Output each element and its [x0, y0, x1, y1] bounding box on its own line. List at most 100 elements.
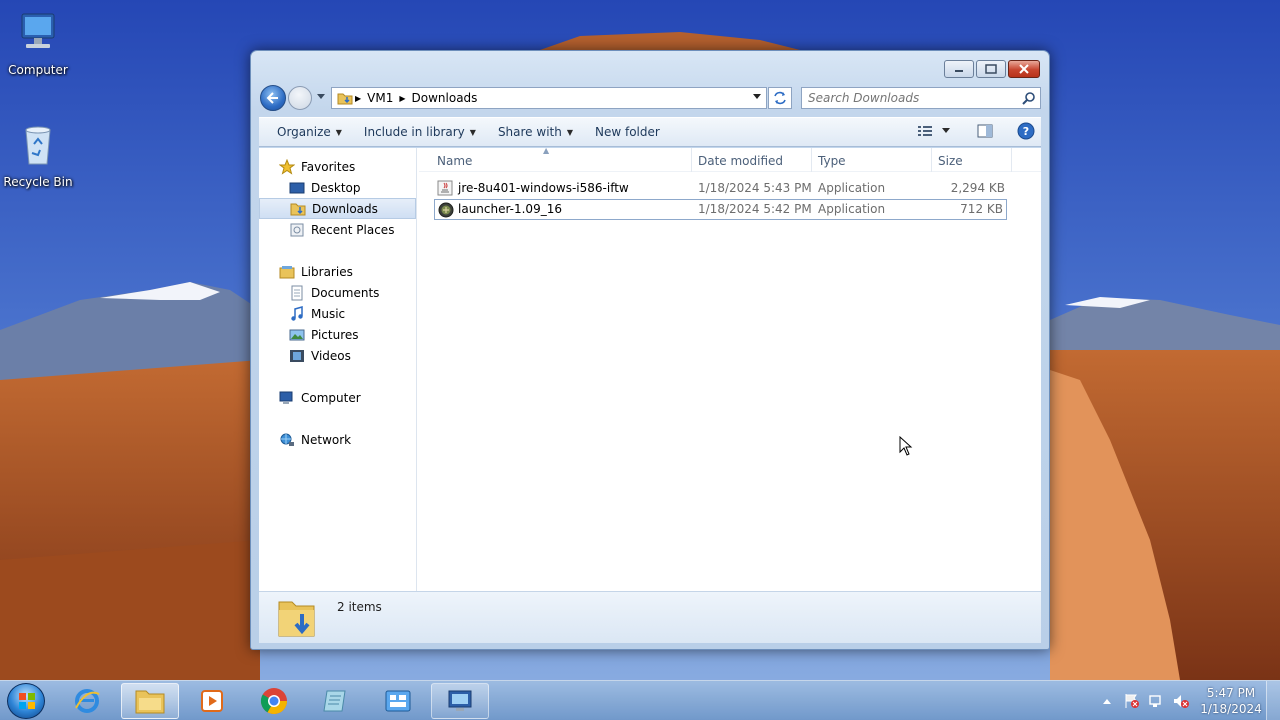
search-input[interactable]	[808, 91, 1008, 105]
column-headers: ▲ Name Date modified Type Size	[419, 146, 1041, 172]
column-header-date-modified[interactable]: Date modified	[698, 154, 783, 168]
command-toolbar: Organize ▼ Include in library ▼ Share wi…	[259, 117, 1041, 147]
minimize-button[interactable]	[944, 60, 974, 78]
include-in-library-button[interactable]: Include in library ▼	[355, 125, 485, 139]
breadcrumb-chevron-icon: ▶	[399, 93, 406, 103]
chevron-down-icon: ▼	[469, 127, 476, 137]
explorer-content: Favorites Desktop Downloads Recent Place…	[259, 146, 1041, 591]
launcher-app-icon	[438, 202, 454, 218]
computer-icon	[21, 13, 55, 48]
file-date: 1/18/2024 5:43 PM	[698, 181, 812, 195]
search-icon[interactable]	[1022, 91, 1036, 105]
file-explorer-icon	[135, 690, 165, 714]
minimize-icon	[955, 70, 963, 72]
star-icon	[279, 158, 295, 175]
show-desktop-button[interactable]	[1266, 681, 1280, 720]
nav-item-pictures[interactable]: Pictures	[259, 324, 416, 345]
item-count: 2 items	[337, 600, 382, 614]
start-button[interactable]	[7, 683, 45, 719]
nav-libraries-label: Libraries	[301, 264, 353, 279]
breadcrumb-vm1[interactable]: VM1	[363, 91, 397, 105]
include-in-library-label: Include in library	[363, 125, 465, 139]
chevron-down-icon[interactable]	[752, 93, 762, 101]
nav-item-label: Pictures	[311, 327, 359, 342]
nav-item-label: Documents	[311, 285, 380, 300]
nav-item-documents[interactable]: Documents	[259, 282, 416, 303]
taskbar-control-panel[interactable]	[369, 683, 427, 719]
taskbar-notepad[interactable]	[307, 683, 365, 719]
nav-item-label: Videos	[311, 348, 351, 363]
nav-item-music[interactable]: Music	[259, 303, 416, 324]
clock-time: 5:47 PM	[1206, 686, 1256, 700]
organize-button[interactable]: Organize ▼	[268, 125, 351, 139]
close-button[interactable]	[1008, 60, 1040, 78]
column-header-size[interactable]: Size	[938, 154, 963, 168]
nav-item-desktop[interactable]: Desktop	[259, 177, 416, 198]
file-name: jre-8u401-windows-i586-iftw	[458, 181, 629, 195]
documents-icon	[291, 285, 303, 300]
chevron-down-icon: ▼	[566, 127, 573, 137]
table-row[interactable]: jre-8u401-windows-i586-iftw 1/18/2024 5:…	[434, 178, 1007, 199]
computer-icon	[279, 391, 293, 404]
nav-item-label: Recent Places	[311, 222, 395, 237]
nav-item-downloads[interactable]: Downloads	[259, 198, 416, 219]
breadcrumb-downloads[interactable]: Downloads	[408, 91, 482, 105]
file-size: 2,294 KB	[950, 181, 1005, 195]
maximize-button[interactable]	[976, 60, 1006, 78]
caption-buttons	[944, 60, 1040, 78]
taskbar-file-explorer[interactable]	[121, 683, 179, 719]
desktop-icon-recycle-bin[interactable]: Recycle Bin	[0, 120, 76, 189]
nav-item-recent-places[interactable]: Recent Places	[259, 219, 416, 240]
windows-logo-icon	[19, 693, 35, 709]
table-row[interactable]: launcher-1.09_16 1/18/2024 5:42 PM Appli…	[434, 199, 1007, 220]
search-box[interactable]	[801, 87, 1041, 109]
network-icon	[280, 433, 294, 446]
toolbar-right-controls: ?	[917, 122, 1035, 140]
new-folder-button[interactable]: New folder	[586, 125, 669, 139]
media-player-icon	[201, 690, 223, 712]
explorer-window: ▶ VM1 ▶ Downloads Organize ▼ Include	[250, 50, 1050, 650]
help-icon[interactable]: ?	[1017, 122, 1035, 140]
column-header-type[interactable]: Type	[818, 154, 846, 168]
desktop-icon-computer[interactable]: Computer	[0, 8, 76, 77]
navigation-pane: Favorites Desktop Downloads Recent Place…	[259, 148, 417, 591]
taskbar-remote-desktop[interactable]	[431, 683, 489, 719]
breadcrumb-chevron-icon: ▶	[355, 93, 362, 103]
address-bar[interactable]: ▶ VM1 ▶ Downloads	[331, 87, 767, 109]
nav-item-label: Music	[311, 306, 346, 321]
nav-item-label: Downloads	[312, 201, 378, 216]
column-header-name[interactable]: Name	[437, 154, 472, 168]
change-view-button[interactable]	[917, 125, 951, 137]
action-center-flag-icon[interactable]	[1124, 693, 1140, 709]
control-panel-icon	[385, 690, 411, 712]
taskbar: 5:47 PM 1/18/2024	[0, 680, 1280, 720]
nav-item-videos[interactable]: Videos	[259, 345, 416, 366]
videos-icon	[290, 349, 304, 362]
nav-favorites-label: Favorites	[301, 159, 356, 174]
volume-muted-icon[interactable]	[1172, 693, 1190, 709]
file-date: 1/18/2024 5:42 PM	[698, 202, 812, 216]
refresh-button[interactable]	[768, 87, 792, 109]
preview-pane-icon[interactable]	[977, 124, 993, 138]
file-type: Application	[818, 202, 886, 216]
taskbar-media-player[interactable]	[183, 683, 241, 719]
recent-pages-dropdown-icon[interactable]	[316, 93, 326, 101]
downloads-folder-icon	[278, 601, 315, 637]
organize-label: Organize	[277, 125, 331, 139]
svg-text:?: ?	[1023, 125, 1029, 138]
share-with-button[interactable]: Share with ▼	[489, 125, 582, 139]
nav-computer[interactable]: Computer	[259, 387, 416, 408]
forward-button[interactable]	[288, 86, 312, 110]
nav-favorites[interactable]: Favorites	[259, 156, 416, 177]
taskbar-chrome[interactable]	[245, 683, 303, 719]
clock-date: 1/18/2024	[1200, 702, 1262, 716]
chrome-icon	[260, 688, 288, 715]
taskbar-internet-explorer[interactable]	[58, 683, 116, 719]
mouse-cursor-icon	[899, 436, 913, 456]
show-hidden-icons-icon[interactable]	[1102, 697, 1112, 705]
network-status-icon[interactable]	[1148, 693, 1164, 709]
back-button[interactable]	[260, 85, 286, 111]
nav-network[interactable]: Network	[259, 429, 416, 450]
nav-libraries[interactable]: Libraries	[259, 261, 416, 282]
taskbar-clock[interactable]: 5:47 PM 1/18/2024	[1196, 685, 1266, 717]
